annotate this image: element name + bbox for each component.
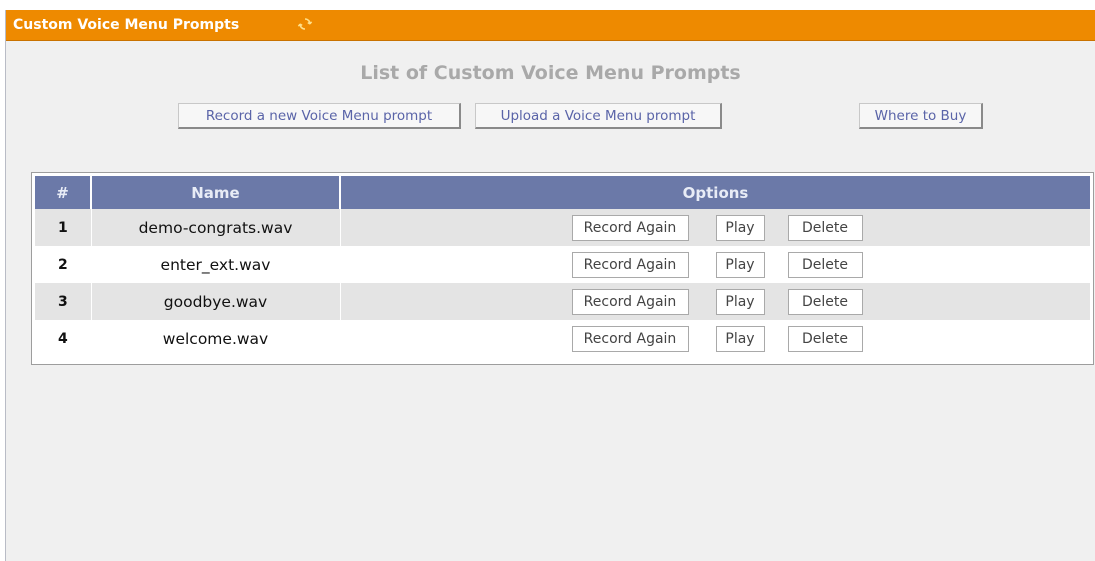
- delete-button[interactable]: Delete: [787, 326, 863, 352]
- prompts-table: # Name Options 1 demo-congrats.wav Recor…: [31, 172, 1094, 365]
- record-again-button[interactable]: Record Again: [571, 215, 689, 241]
- table-row: 4 welcome.wav Record Again Play Delete: [35, 320, 1090, 357]
- play-button[interactable]: Play: [715, 252, 765, 278]
- panel-title-bar: Custom Voice Menu Prompts: [6, 10, 1095, 41]
- record-again-button[interactable]: Record Again: [571, 289, 689, 315]
- row-options: Record Again Play Delete: [340, 246, 1090, 283]
- panel: Custom Voice Menu Prompts List of Custom…: [6, 10, 1095, 561]
- prompt-name: enter_ext.wav: [91, 246, 341, 283]
- row-options: Record Again Play Delete: [340, 283, 1090, 320]
- row-number: 2: [35, 246, 92, 283]
- prompt-name: welcome.wav: [91, 320, 341, 357]
- play-button[interactable]: Play: [715, 289, 765, 315]
- row-options: Record Again Play Delete: [340, 209, 1090, 246]
- play-button[interactable]: Play: [715, 326, 765, 352]
- row-options: Record Again Play Delete: [340, 320, 1090, 357]
- table-row: 1 demo-congrats.wav Record Again Play De…: [35, 209, 1090, 246]
- top-margin: [0, 0, 1095, 10]
- prompt-name: goodbye.wav: [91, 283, 341, 320]
- row-number: 4: [35, 320, 92, 357]
- delete-button[interactable]: Delete: [787, 289, 863, 315]
- delete-button[interactable]: Delete: [787, 252, 863, 278]
- record-again-button[interactable]: Record Again: [571, 252, 689, 278]
- column-header-name: Name: [91, 176, 341, 209]
- record-again-button[interactable]: Record Again: [571, 326, 689, 352]
- refresh-icon[interactable]: [297, 16, 313, 32]
- page-title: List of Custom Voice Menu Prompts: [360, 62, 741, 84]
- upload-prompt-button[interactable]: Upload a Voice Menu prompt: [475, 103, 722, 129]
- record-new-prompt-button[interactable]: Record a new Voice Menu prompt: [178, 103, 461, 129]
- delete-button[interactable]: Delete: [787, 215, 863, 241]
- table-row: 3 goodbye.wav Record Again Play Delete: [35, 283, 1090, 320]
- where-to-buy-button[interactable]: Where to Buy: [859, 103, 983, 129]
- column-header-number: #: [35, 176, 92, 209]
- panel-title: Custom Voice Menu Prompts: [13, 17, 240, 33]
- table-row: 2 enter_ext.wav Record Again Play Delete: [35, 246, 1090, 283]
- row-number: 3: [35, 283, 92, 320]
- table-header-row: # Name Options: [35, 176, 1090, 209]
- play-button[interactable]: Play: [715, 215, 765, 241]
- prompt-name: demo-congrats.wav: [91, 209, 341, 246]
- column-header-options: Options: [340, 176, 1090, 209]
- row-number: 1: [35, 209, 92, 246]
